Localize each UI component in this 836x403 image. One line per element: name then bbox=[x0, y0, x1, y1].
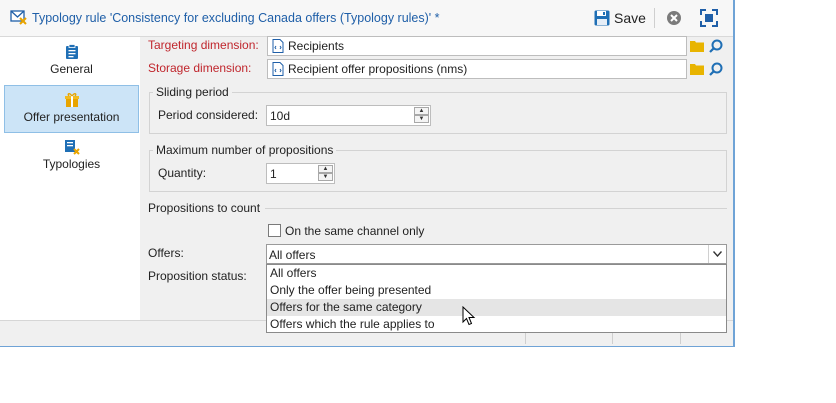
targeting-dimension-label: Targeting dimension: bbox=[148, 38, 259, 52]
max-propositions-title: Maximum number of propositions bbox=[153, 143, 337, 157]
folder-icon[interactable] bbox=[690, 63, 704, 75]
offers-label: Offers: bbox=[148, 246, 184, 260]
spin-down-button[interactable]: ▼ bbox=[318, 173, 333, 181]
storage-dimension-field[interactable]: Recipient offer propositions (nms) bbox=[267, 59, 687, 79]
offers-dropdown-list: All offers Only the offer being presente… bbox=[266, 264, 727, 333]
sidebar-item-general[interactable]: General bbox=[4, 38, 139, 86]
storage-dimension-value: Recipient offer propositions (nms) bbox=[288, 62, 468, 76]
section-divider bbox=[265, 208, 727, 209]
floppy-disk-icon bbox=[594, 10, 610, 26]
dropdown-option-all-offers[interactable]: All offers bbox=[267, 265, 726, 282]
quantity-label: Quantity: bbox=[158, 166, 207, 180]
typology-icon bbox=[64, 140, 80, 155]
spin-up-button[interactable]: ▲ bbox=[318, 165, 333, 173]
sidebar-item-label: General bbox=[50, 62, 93, 76]
clipboard-icon bbox=[65, 44, 78, 59]
save-label: Save bbox=[614, 10, 646, 26]
propositions-to-count-title: Propositions to count bbox=[148, 201, 261, 215]
sidebar-item-label: Typologies bbox=[42, 157, 101, 171]
gift-icon bbox=[64, 93, 79, 107]
targeting-dimension-value: Recipients bbox=[288, 39, 345, 53]
proposition-status-label: Proposition status: bbox=[148, 269, 247, 283]
mouse-pointer-icon bbox=[462, 306, 476, 326]
folder-icon[interactable] bbox=[690, 40, 704, 52]
search-icon[interactable] bbox=[709, 39, 723, 53]
period-considered-input[interactable]: 10d ▲ ▼ bbox=[266, 105, 431, 126]
storage-dimension-label: Storage dimension: bbox=[148, 61, 252, 75]
dropdown-option-same-category[interactable]: Offers for the same category bbox=[267, 299, 726, 316]
typology-rule-icon bbox=[10, 9, 28, 28]
spin-up-button[interactable]: ▲ bbox=[414, 107, 429, 115]
same-channel-checkbox[interactable] bbox=[268, 224, 281, 237]
window-title: Typology rule 'Consistency for excluding… bbox=[32, 11, 440, 25]
same-channel-label: On the same channel only bbox=[285, 224, 425, 238]
sidebar: General Offer presentation Typologies bbox=[0, 37, 140, 320]
close-icon[interactable] bbox=[666, 10, 682, 29]
quantity-value: 1 bbox=[270, 167, 277, 181]
schema-link-icon bbox=[272, 62, 284, 76]
schema-link-icon bbox=[272, 39, 284, 53]
dropdown-option-offer-being-presented[interactable]: Only the offer being presented bbox=[267, 282, 726, 299]
save-button[interactable]: Save bbox=[594, 8, 646, 28]
quantity-stepper[interactable]: 1 ▲ ▼ bbox=[266, 163, 335, 184]
targeting-dimension-field[interactable]: Recipients bbox=[267, 36, 687, 56]
sidebar-item-offer-presentation[interactable]: Offer presentation bbox=[4, 85, 139, 133]
maximize-icon[interactable] bbox=[700, 9, 718, 30]
sidebar-item-typologies[interactable]: Typologies bbox=[4, 133, 139, 181]
chevron-down-icon[interactable] bbox=[708, 245, 726, 263]
offers-selected-value: All offers bbox=[269, 248, 316, 262]
period-considered-label: Period considered: bbox=[158, 108, 259, 122]
search-icon[interactable] bbox=[709, 62, 723, 76]
period-considered-value: 10d bbox=[270, 109, 291, 123]
offers-select[interactable]: All offers bbox=[266, 244, 727, 264]
dropdown-option-rule-applies-to[interactable]: Offers which the rule applies to bbox=[267, 316, 726, 333]
sidebar-item-label: Offer presentation bbox=[23, 110, 120, 124]
sliding-period-title: Sliding period bbox=[153, 85, 232, 99]
toolbar-separator bbox=[654, 8, 655, 28]
spin-down-button[interactable]: ▼ bbox=[414, 115, 429, 123]
title-bar: Typology rule 'Consistency for excluding… bbox=[0, 0, 733, 37]
